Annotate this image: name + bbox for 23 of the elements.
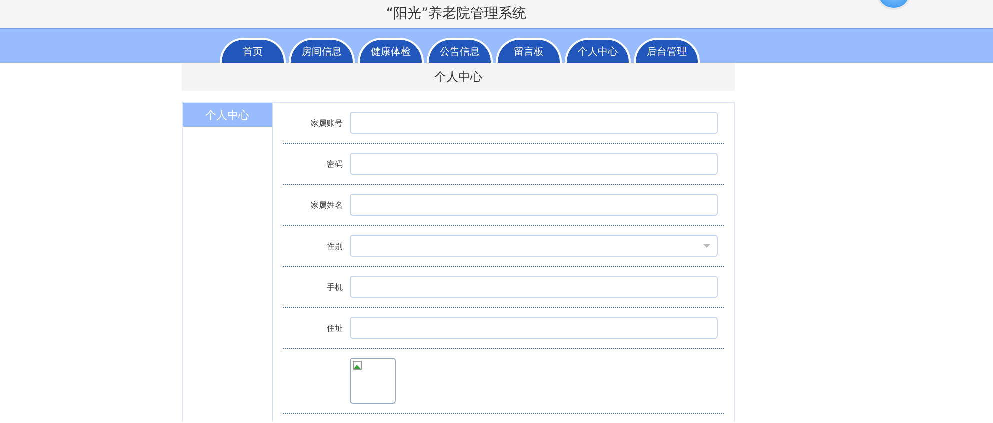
nav-tab[interactable]: 公告信息 (427, 38, 493, 63)
input-field[interactable] (350, 317, 718, 339)
field-label: 性别 (326, 240, 343, 252)
page-title: 个人中心 (434, 68, 482, 86)
nav-tab[interactable]: 后台管理 (634, 38, 700, 63)
caret-icon (703, 244, 711, 248)
field-label: 住址 (326, 322, 343, 334)
field-label: 手机 (326, 282, 343, 292)
field-label: 家属账号 (310, 118, 343, 128)
input-field[interactable] (350, 276, 718, 298)
input-field[interactable] (350, 194, 718, 216)
nav-tab[interactable]: 首页 (220, 38, 286, 63)
select-field[interactable] (350, 235, 718, 257)
broken-image-icon (353, 361, 362, 370)
field-label: 家属姓名 (310, 200, 343, 210)
input-field[interactable] (350, 153, 718, 175)
nav-tab[interactable]: 留言板 (496, 38, 562, 63)
nav-tab[interactable]: 个人中心 (565, 38, 631, 63)
field-label: 密码 (326, 158, 343, 170)
input-field[interactable] (350, 112, 718, 134)
app-title: “阳光”养老院管理系统 (386, 5, 527, 23)
nav-tab[interactable]: 房间信息 (289, 38, 355, 63)
nav-tab[interactable]: 健康体检 (358, 38, 424, 63)
